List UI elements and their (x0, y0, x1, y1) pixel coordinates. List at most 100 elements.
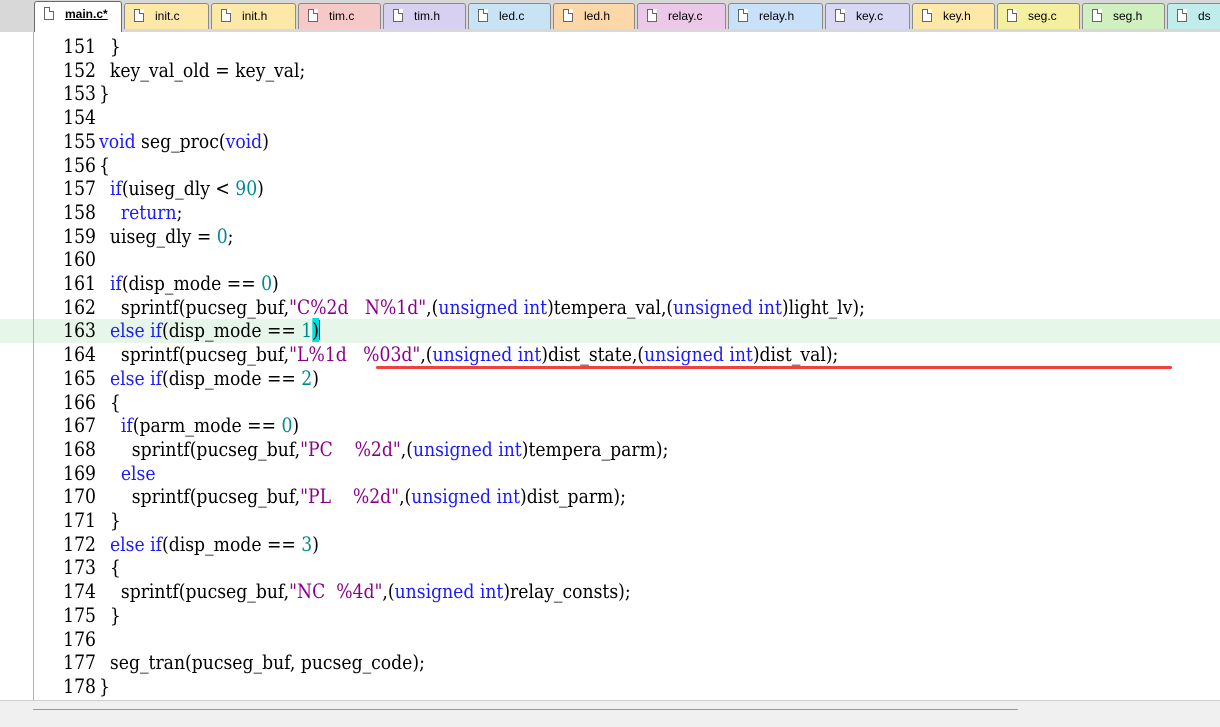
line-number: 155 (63, 128, 96, 153)
line-number: 176 (63, 626, 96, 651)
code-text[interactable]: else if(disp_mode == 2) (99, 366, 319, 391)
line-number: 168 (63, 436, 96, 461)
code-text[interactable]: sprintf(pucseg_buf,"C%2d N%1d",(unsigned… (99, 295, 865, 320)
code-line[interactable]: 176 (0, 626, 1220, 652)
line-number: 165 (63, 365, 96, 390)
line-number: 170 (63, 484, 96, 509)
file-icon (1177, 9, 1187, 22)
code-text[interactable]: { (99, 556, 121, 580)
code-line[interactable]: 164 sprintf(pucseg_buf,"L%1d %03d",(unsi… (0, 342, 1220, 367)
code-text[interactable]: uiseg_dly = 0; (99, 224, 234, 249)
code-text[interactable]: else if(disp_mode == 1) (99, 318, 320, 343)
code-line[interactable]: 162 sprintf(pucseg_buf,"C%2d N%1d",(unsi… (0, 295, 1220, 320)
code-line[interactable]: 160 (0, 248, 1220, 272)
file-tab-label: init.h (242, 9, 268, 23)
file-tab-led-h[interactable]: led.h (553, 3, 635, 29)
line-number: 166 (63, 389, 96, 414)
code-text[interactable]: sprintf(pucseg_buf,"PC %2d",(unsigned in… (99, 437, 669, 462)
code-line[interactable]: 171 } (0, 508, 1220, 533)
line-number: 167 (63, 413, 96, 438)
file-tab-label: led.h (584, 9, 611, 23)
code-line[interactable]: 157 if(uiseg_dly < 90) (0, 176, 1220, 201)
code-text[interactable]: } (99, 674, 110, 699)
file-tab-label: relay.h (759, 9, 795, 23)
code-line[interactable]: 177 seg_tran(pucseg_buf, pucseg_code); (0, 650, 1220, 675)
file-icon (563, 9, 573, 22)
code-line[interactable]: 156{ (0, 153, 1220, 178)
code-text[interactable]: sprintf(pucseg_buf,"L%1d %03d",(unsigned… (99, 342, 838, 367)
file-tab-seg-h[interactable]: seg.h (1082, 3, 1165, 29)
code-text[interactable]: } (99, 82, 110, 106)
line-number: 161 (63, 271, 96, 295)
file-tab-init-c[interactable]: init.c (124, 3, 209, 29)
file-tab-init-h[interactable]: init.h (211, 3, 296, 29)
file-tab-label: relay.c (668, 9, 703, 23)
code-line[interactable]: 152 key_val_old = key_val; (0, 58, 1220, 83)
file-tab-tim-c[interactable]: tim.c (298, 3, 381, 29)
file-tab-ds[interactable]: ds (1167, 3, 1220, 29)
file-tab-label: led.c (499, 9, 525, 23)
code-text[interactable]: } (99, 34, 121, 59)
code-line[interactable]: 163 else if(disp_mode == 1) (0, 318, 1220, 344)
file-tab-relay-h[interactable]: relay.h (728, 3, 823, 29)
file-tab-label: seg.h (1113, 9, 1143, 23)
code-text[interactable]: key_val_old = key_val; (99, 58, 305, 83)
code-line[interactable]: 172 else if(disp_mode == 3) (0, 532, 1220, 557)
file-icon (134, 9, 144, 22)
matched-brace: ) (312, 318, 319, 343)
code-text[interactable]: if(disp_mode == 0) (99, 271, 279, 296)
file-tab-label: key.c (856, 9, 884, 23)
code-text[interactable]: sprintf(pucseg_buf,"NC %4d",(unsigned in… (99, 579, 631, 604)
code-line[interactable]: 155 void seg_proc(void) (0, 128, 1220, 154)
file-icon (1007, 9, 1017, 22)
file-icon (738, 9, 748, 22)
code-line[interactable]: 165 else if(disp_mode == 2) (0, 365, 1220, 391)
file-tab-label: ds (1198, 9, 1211, 23)
code-line[interactable]: 169 else (0, 461, 1220, 486)
code-text[interactable]: return; (99, 200, 183, 225)
file-tab-main-c[interactable]: main.c* (34, 1, 122, 32)
code-line[interactable]: 159 uiseg_dly = 0; (0, 224, 1220, 249)
file-icon (1092, 9, 1102, 22)
file-tab-tim-h[interactable]: tim.h (383, 3, 466, 29)
code-line[interactable]: 151 } (0, 34, 1220, 59)
line-number: 177 (63, 650, 96, 675)
gutter-divider (33, 32, 34, 700)
code-line[interactable]: 153} (0, 82, 1220, 106)
file-tab-relay-c[interactable]: relay.c (637, 3, 726, 29)
code-text[interactable]: } (99, 508, 121, 533)
file-tab-key-h[interactable]: key.h (912, 3, 995, 29)
code-text[interactable]: else (99, 461, 156, 486)
code-line[interactable]: 158 return; (0, 200, 1220, 225)
file-tab-key-c[interactable]: key.c (825, 3, 910, 29)
horizontal-scrollbar[interactable] (0, 700, 1220, 727)
file-icon (393, 9, 403, 22)
code-line[interactable]: 154 (0, 105, 1220, 130)
file-tab-bar: main.c* init.c init.h tim.c tim.h led.c led.h r… (0, 0, 1220, 33)
code-text[interactable]: sprintf(pucseg_buf,"PL %2d",(unsigned in… (99, 484, 626, 509)
code-text[interactable]: seg_tran(pucseg_buf, pucseg_code); (99, 650, 425, 675)
code-text[interactable]: { (99, 390, 121, 415)
code-text[interactable]: void seg_proc(void) (99, 129, 269, 154)
file-tab-led-c[interactable]: led.c (468, 3, 551, 29)
code-text[interactable]: else if(disp_mode == 3) (99, 532, 319, 557)
scrollbar-track[interactable] (33, 709, 1018, 710)
code-line[interactable]: 166 { (0, 389, 1220, 415)
file-tab-label: main.c* (65, 7, 108, 21)
code-line[interactable]: 170 sprintf(pucseg_buf,"PL %2d",(unsigne… (0, 484, 1220, 509)
code-line[interactable]: 161 if(disp_mode == 0) (0, 271, 1220, 296)
code-text[interactable]: if(uiseg_dly < 90) (99, 176, 264, 201)
code-line[interactable]: 173 { (0, 556, 1220, 580)
code-line[interactable]: 168 sprintf(pucseg_buf,"PC %2d",(unsigne… (0, 436, 1220, 462)
code-text[interactable]: { (99, 153, 110, 178)
code-line[interactable]: 167 if(parm_mode == 0) (0, 413, 1220, 438)
code-line[interactable]: 178} (0, 674, 1220, 699)
code-text[interactable]: if(parm_mode == 0) (99, 413, 299, 438)
code-line[interactable]: 174 sprintf(pucseg_buf,"NC %4d",(unsigne… (0, 579, 1220, 604)
line-number: 164 (63, 342, 96, 367)
code-line[interactable]: 175 } (0, 603, 1220, 628)
line-number: 163 (63, 318, 96, 343)
file-tab-seg-c[interactable]: seg.c (997, 3, 1080, 29)
code-text[interactable]: } (99, 603, 121, 628)
file-icon (835, 9, 845, 22)
